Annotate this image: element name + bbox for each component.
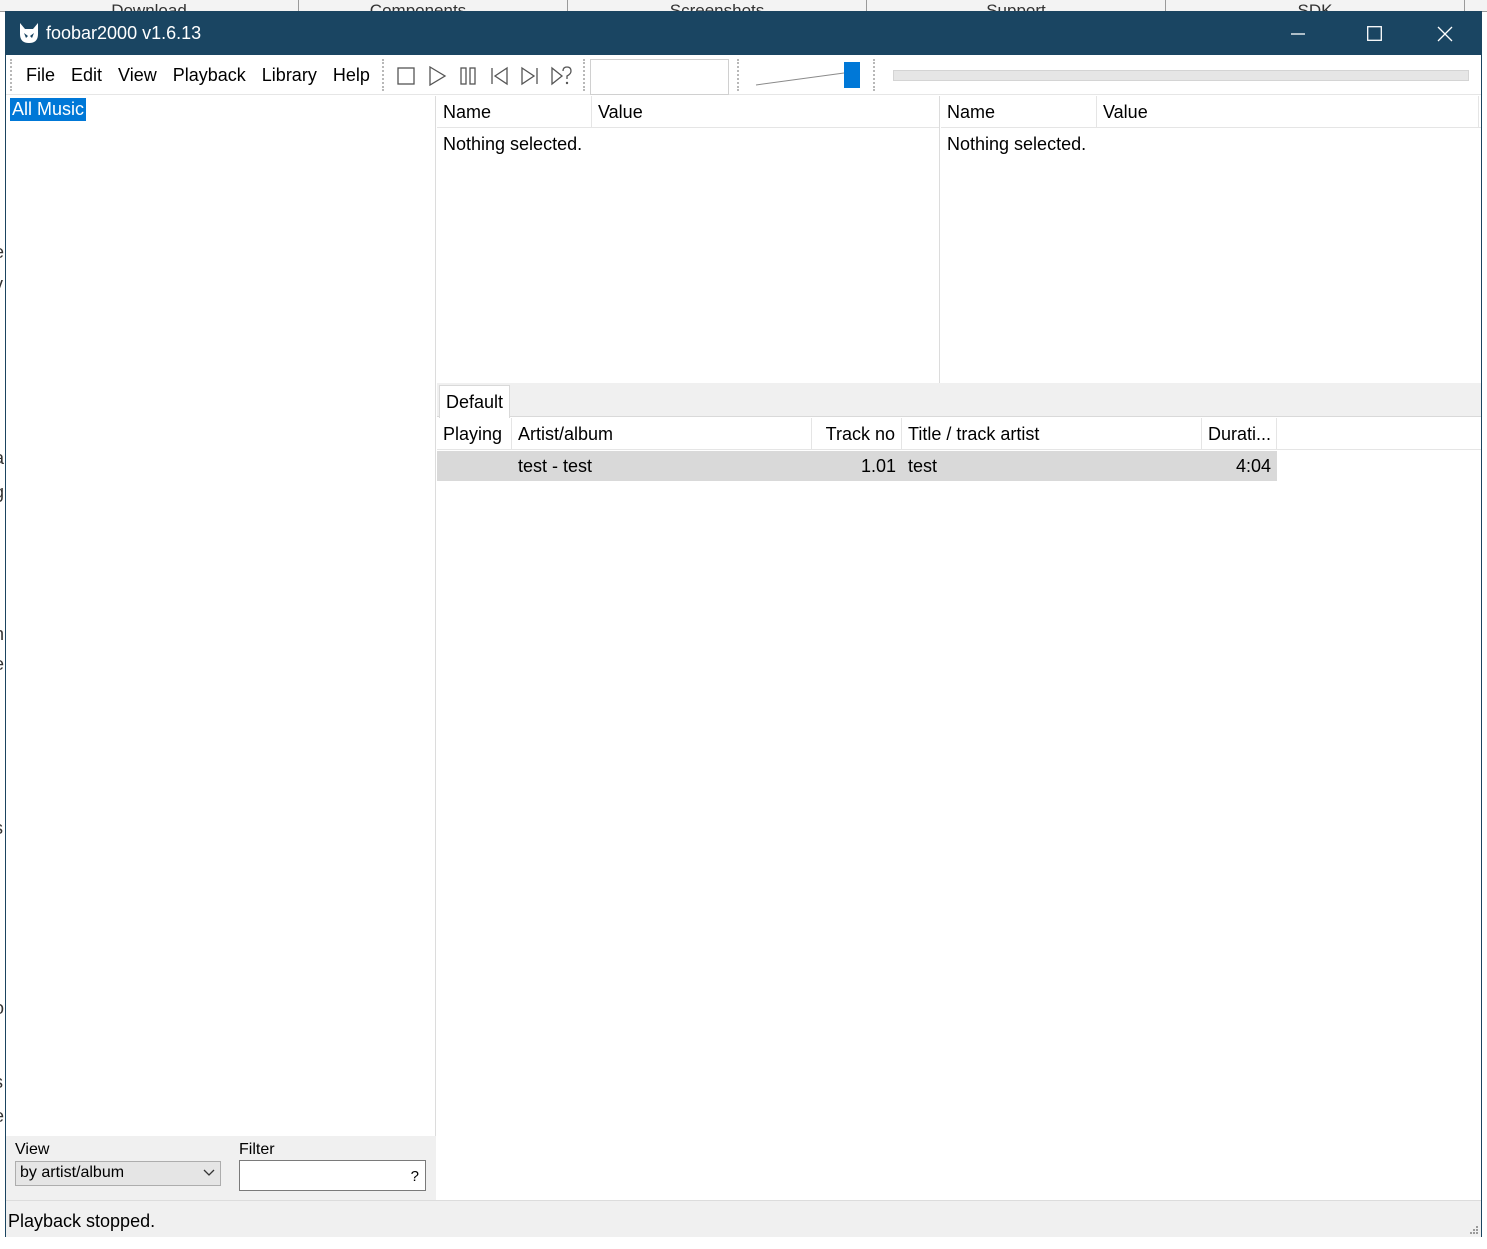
filter-label: Filter [239, 1141, 275, 1158]
minimize-button[interactable] [1263, 12, 1333, 55]
window-title: foobar2000 v1.6.13 [46, 23, 202, 43]
volume-thumb[interactable] [844, 62, 860, 88]
menu-library[interactable]: Library [254, 65, 325, 86]
toolbar-grip[interactable] [382, 59, 386, 91]
pause-icon [459, 67, 476, 85]
menu-edit[interactable]: Edit [63, 65, 110, 86]
properties-header: Name Value [437, 96, 939, 128]
menu-bar: File Edit View Playback Library Help [18, 55, 378, 95]
toolbar-grip[interactable] [873, 59, 877, 91]
toolbar-grip[interactable] [583, 59, 587, 91]
properties-empty-message: Nothing selected. [443, 134, 583, 154]
properties-panel-right: Name Value Nothing selected. [941, 96, 1481, 383]
cell-artist-album: test - test [518, 456, 593, 476]
status-text: Playback stopped. [8, 1211, 156, 1231]
cell-playing [437, 451, 512, 481]
random-icon [550, 66, 572, 86]
cell-duration: 4:04 [1235, 456, 1271, 476]
playlist-row[interactable]: test - test 1.01 test 4:04 [437, 451, 1277, 481]
previous-button[interactable] [483, 63, 514, 89]
play-icon [428, 66, 446, 86]
background-text-fragment: e [0, 1106, 4, 1127]
stop-button[interactable] [390, 63, 421, 89]
column-duration[interactable]: Durati... [1202, 418, 1277, 450]
background-text-fragment: e [0, 242, 4, 263]
minimize-icon [1291, 32, 1305, 35]
filter-help-button[interactable]: ? [411, 1168, 419, 1185]
view-dropdown-value: by artist/album [20, 1164, 125, 1181]
next-icon [520, 66, 538, 86]
maximize-icon [1366, 26, 1382, 41]
properties-panel-left: Name Value Nothing selected. [437, 96, 940, 383]
menu-help[interactable]: Help [325, 65, 378, 86]
column-playing[interactable]: Playing [437, 418, 512, 450]
random-button[interactable] [545, 63, 576, 89]
album-list-controls: View by artist/album Filter ? [6, 1136, 436, 1200]
stop-icon [396, 67, 415, 85]
volume-slider[interactable] [754, 61, 864, 91]
chevron-down-icon [203, 1169, 215, 1176]
foobar2000-window: foobar2000 v1.6.13 File Edit View Playba… [5, 11, 1482, 1237]
column-name[interactable]: Name [437, 96, 592, 128]
menu-toolbar-row: File Edit View Playback Library Help [6, 55, 1481, 95]
play-button[interactable] [421, 63, 452, 89]
background-text-fragment: e [0, 654, 4, 675]
background-text-fragment: g [0, 482, 4, 503]
maximize-button[interactable] [1339, 12, 1409, 55]
next-button[interactable] [514, 63, 545, 89]
transport-buttons [390, 63, 576, 89]
playlist-tabs: Default [437, 383, 1481, 418]
menu-file[interactable]: File [18, 65, 63, 86]
album-list-panel: All Music View by artist/album Filter ? [6, 96, 436, 1200]
background-text-fragment: s [0, 818, 3, 839]
time-display [590, 59, 729, 95]
tree-item-all-music[interactable]: All Music [10, 98, 87, 121]
cell-title: test [908, 456, 938, 476]
seek-bar[interactable] [893, 70, 1469, 81]
toolbar-grip[interactable] [737, 59, 741, 91]
foobar2000-logo-icon [20, 23, 38, 43]
background-text-fragment: a [0, 448, 4, 469]
background-text-fragment: v [0, 274, 3, 295]
view-label: View [15, 1141, 50, 1158]
tab-default[interactable]: Default [439, 385, 511, 418]
pause-button[interactable] [452, 63, 483, 89]
menu-playback[interactable]: Playback [165, 65, 254, 86]
column-value[interactable]: Value [592, 96, 940, 128]
column-name[interactable]: Name [941, 96, 1097, 128]
resize-grip-icon[interactable] [1467, 1223, 1479, 1235]
menu-view[interactable]: View [110, 65, 165, 86]
column-title-track-artist[interactable]: Title / track artist [902, 418, 1202, 450]
close-icon [1437, 26, 1453, 41]
title-bar[interactable]: foobar2000 v1.6.13 [6, 12, 1481, 55]
properties-header: Name Value [941, 96, 1481, 128]
filter-input[interactable]: ? [239, 1160, 426, 1191]
background-text-fragment: o [0, 998, 4, 1019]
column-value[interactable]: Value [1097, 96, 1479, 128]
status-bar: Playback stopped. [6, 1200, 1481, 1237]
properties-empty-message: Nothing selected. [947, 134, 1087, 154]
cell-track-no: 1.01 [860, 456, 896, 476]
view-dropdown[interactable]: by artist/album [15, 1161, 221, 1186]
background-text-fragment: s [0, 1072, 3, 1093]
playlist-panel: Default Playing Artist/album Track no Ti… [437, 383, 1481, 1200]
previous-icon [490, 66, 508, 86]
toolbar-grip[interactable] [10, 59, 14, 91]
playlist-header: Playing Artist/album Track no Title / tr… [437, 418, 1481, 450]
column-track-no[interactable]: Track no [812, 418, 902, 450]
column-artist-album[interactable]: Artist/album [512, 418, 812, 450]
close-button[interactable] [1410, 12, 1480, 55]
background-text-fragment: n [0, 624, 4, 645]
